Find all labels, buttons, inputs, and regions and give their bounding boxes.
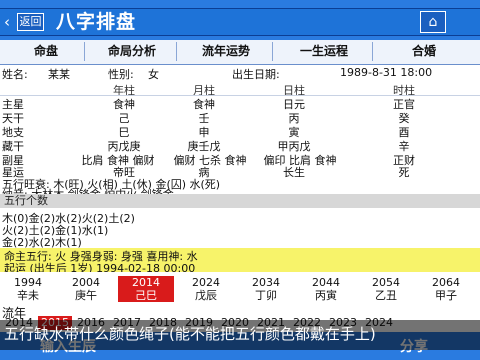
dayun-year: 2014 xyxy=(132,276,160,289)
title-bar: ‹ 返回 八字排盘 ⌂ xyxy=(0,0,480,40)
dayun-year: 2064 xyxy=(432,276,460,289)
dayun-year: 1994 xyxy=(14,276,42,289)
dayun-cell[interactable]: 2024 戊辰 xyxy=(178,276,234,302)
dayun-row: 1994 辛未 2004 庚午 2014 己巳 2024 戊辰 2034 丁卯 2044 丙… xyxy=(0,272,480,304)
grid-cell: 长生 xyxy=(283,166,305,179)
birth-info-row: 姓名: 某某 性别: 女 出生日期: 1989-8-31 18:00 xyxy=(0,66,480,82)
summary-band: 命主五行: 火 身强身弱: 身强 喜用神: 水 起运 (出生后 1岁) 1994… xyxy=(0,248,480,275)
name-label: 姓名: xyxy=(2,68,28,81)
dayun-cell[interactable]: 2034 丁卯 xyxy=(238,276,294,302)
pillars-grid: 年柱 月柱 日柱 时柱 主星 食神 食神 日元 正官 天干 己 壬 丙 癸 地支… xyxy=(0,82,480,179)
tab-mingpan[interactable]: 命盘 xyxy=(8,42,85,61)
dayun-ganzhi: 丁卯 xyxy=(255,289,277,302)
dayun-ganzhi: 辛未 xyxy=(17,289,39,302)
dayun-ganzhi: 甲子 xyxy=(435,289,457,302)
dayun-cell[interactable]: 2064 甲子 xyxy=(418,276,474,302)
dayun-ganzhi: 乙丑 xyxy=(375,289,397,302)
back-arrow-icon: ‹ xyxy=(4,13,10,31)
dayun-ganzhi: 戊辰 xyxy=(195,289,217,302)
back-label: 返回 xyxy=(17,13,44,31)
tab-marriage[interactable]: 合婚 xyxy=(376,42,472,61)
date-value: 1989-8-31 18:00 xyxy=(340,66,433,79)
tab-yearly[interactable]: 流年运势 xyxy=(180,42,273,61)
date-label: 出生日期: xyxy=(232,68,280,81)
grid-cell: 死 xyxy=(398,166,410,179)
dayun-year: 2004 xyxy=(72,276,100,289)
overlay-caption: 五行缺水带什么颜色绳子(能不能把五行颜色都戴在手上) xyxy=(0,320,480,350)
section-header: 五行个数 xyxy=(0,194,480,208)
tab-bar: 命盘 命局分析 流年运势 一生运程 合婚 xyxy=(0,40,480,65)
wuxing-counts: 木(0)金(2)水(2)火(2)土(2) 火(2)土(2)金(1)水(1) 金(… xyxy=(0,208,480,249)
tab-analysis[interactable]: 命局分析 xyxy=(88,42,177,61)
sex-label: 性别: xyxy=(108,68,134,81)
home-icon[interactable]: ⌂ xyxy=(420,11,446,33)
dayun-year: 2044 xyxy=(312,276,340,289)
overlay-caption-text: 五行缺水带什么颜色绳子(能不能把五行颜色都戴在手上) xyxy=(4,325,376,343)
page-title: 八字排盘 xyxy=(56,11,137,33)
dayun-cell-active[interactable]: 2014 己巳 xyxy=(118,276,174,302)
dayun-year: 2034 xyxy=(252,276,280,289)
tab-lifetime[interactable]: 一生运程 xyxy=(276,42,373,61)
app-screen: ‹ 返回 八字排盘 ⌂ 命盘 命局分析 流年运势 一生运程 合婚 姓名: 某某 … xyxy=(0,0,480,360)
dayun-cell[interactable]: 2054 乙丑 xyxy=(358,276,414,302)
dayun-ganzhi: 庚午 xyxy=(75,289,97,302)
back-label-text: 返回 xyxy=(19,15,42,28)
name-value: 某某 xyxy=(48,68,70,81)
sex-value: 女 xyxy=(148,68,159,81)
dayun-cell[interactable]: 1994 辛未 xyxy=(0,276,56,302)
dayun-ganzhi: 丙寅 xyxy=(315,289,337,302)
dayun-year: 2054 xyxy=(372,276,400,289)
back-button[interactable]: ‹ 返回 xyxy=(4,11,44,33)
dayun-cell[interactable]: 2044 丙寅 xyxy=(298,276,354,302)
dayun-year: 2024 xyxy=(192,276,220,289)
dayun-ganzhi: 己巳 xyxy=(135,289,157,302)
dayun-cell[interactable]: 2004 庚午 xyxy=(58,276,114,302)
section-header-text: 五行个数 xyxy=(4,194,48,207)
